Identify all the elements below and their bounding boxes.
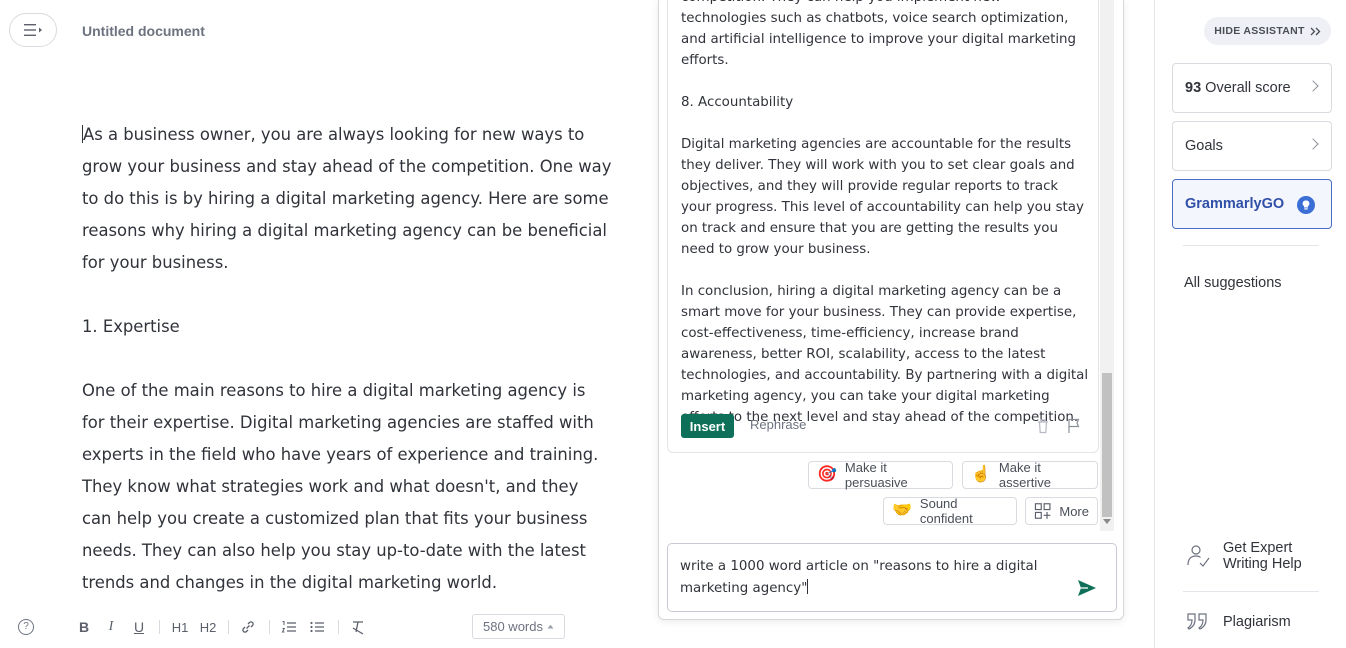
grammarly-go-panel: competition. They can help you implement… xyxy=(658,0,1124,620)
document-editor[interactable]: As a business owner, you are always look… xyxy=(82,119,612,631)
sidebar-divider xyxy=(1183,591,1319,592)
menu-icon xyxy=(24,24,42,36)
handshake-icon: 🤝 xyxy=(892,502,912,519)
target-icon: 🎯 xyxy=(817,466,837,483)
flag-icon[interactable] xyxy=(1066,417,1082,435)
word-count-label: 580 words xyxy=(483,619,543,634)
clear-formatting-button[interactable] xyxy=(349,617,367,637)
menu-button[interactable] xyxy=(9,13,57,47)
all-suggestions-link[interactable]: All suggestions xyxy=(1184,275,1282,291)
toolbar-divider xyxy=(228,620,229,634)
document-title[interactable]: Untitled document xyxy=(82,23,205,39)
make-it-persuasive-button[interactable]: 🎯 Make it persuasive xyxy=(808,460,953,490)
trash-icon[interactable] xyxy=(1035,417,1051,435)
formatting-toolbar: ? B I U H1 H2 580 words xyxy=(0,611,640,641)
answer-paragraph: 8. Accountability xyxy=(681,95,794,110)
quote-icon xyxy=(1187,613,1207,630)
sidebar-divider xyxy=(1183,245,1319,246)
make-it-assertive-button[interactable]: ☝️ Make it assertive xyxy=(962,460,1098,490)
heading-1-button[interactable]: H1 xyxy=(170,617,190,637)
hide-assistant-button[interactable]: HIDE ASSISTANT xyxy=(1204,17,1331,45)
scroll-down-arrow-icon[interactable] xyxy=(1103,519,1111,524)
italic-button[interactable]: I xyxy=(104,617,118,637)
chevron-right-icon xyxy=(1307,138,1319,150)
go-scrollbar[interactable] xyxy=(1100,0,1114,531)
grammarly-go-icon xyxy=(1297,196,1315,214)
grammarly-go-card[interactable]: GrammarlyGO xyxy=(1172,179,1332,229)
toolbar-divider xyxy=(338,620,339,634)
answer-paragraph: competition. They can help you implement… xyxy=(681,0,1077,68)
sound-confident-button[interactable]: 🤝 Sound confident xyxy=(883,496,1017,526)
pointing-finger-icon: ☝️ xyxy=(971,466,991,483)
scrollbar-thumb[interactable] xyxy=(1102,373,1112,517)
underline-button[interactable]: U xyxy=(132,617,146,637)
go-conversation[interactable]: competition. They can help you implement… xyxy=(667,0,1099,453)
answer-actions: Insert Rephrase xyxy=(681,414,1089,438)
heading-2-button[interactable]: H2 xyxy=(198,617,218,637)
prompt-text[interactable]: write a 1000 word article on "reasons to… xyxy=(680,556,1070,600)
go-answer-card: competition. They can help you implement… xyxy=(667,0,1099,453)
help-icon[interactable]: ? xyxy=(18,619,34,635)
chevron-right-icon xyxy=(1307,80,1319,92)
goals-card[interactable]: Goals xyxy=(1172,121,1332,171)
assistant-sidebar: HIDE ASSISTANT 93 Overall score Goals Gr… xyxy=(1154,0,1346,648)
toolbar-divider xyxy=(159,620,160,634)
expert-writing-help-link[interactable]: Get Expert Writing Help xyxy=(1185,540,1323,572)
answer-paragraph: Digital marketing agencies are accountab… xyxy=(681,137,1084,257)
overall-score-value: 93 xyxy=(1185,80,1202,96)
link-button[interactable] xyxy=(239,617,257,637)
more-button[interactable]: More xyxy=(1025,497,1098,525)
go-prompt-input[interactable]: write a 1000 word article on "reasons to… xyxy=(667,543,1117,612)
overall-score-label: Overall score xyxy=(1205,80,1291,96)
bold-button[interactable]: B xyxy=(77,617,91,637)
answer-paragraph: In conclusion, hiring a digital marketin… xyxy=(681,284,1089,425)
numbered-list-button[interactable] xyxy=(280,617,298,637)
double-chevron-right-icon xyxy=(1310,27,1321,35)
go-answer-text: competition. They can help you implement… xyxy=(681,0,1089,449)
editor-paragraph[interactable]: One of the main reasons to hire a digita… xyxy=(82,375,612,599)
plagiarism-link[interactable]: Plagiarism xyxy=(1185,612,1291,632)
bulleted-list-icon xyxy=(310,621,324,633)
expert-person-icon xyxy=(1187,545,1210,567)
numbered-list-icon xyxy=(281,621,296,633)
send-icon[interactable] xyxy=(1076,577,1098,599)
word-count-button[interactable]: 580 words xyxy=(472,614,565,639)
rephrase-button[interactable]: Rephrase xyxy=(750,417,806,432)
toolbar-divider xyxy=(269,620,270,634)
bulleted-list-button[interactable] xyxy=(308,617,326,637)
grid-plus-icon xyxy=(1034,503,1051,519)
link-icon xyxy=(242,621,254,633)
caret-up-icon xyxy=(547,624,554,629)
clear-formatting-icon xyxy=(352,621,364,635)
editor-paragraph[interactable]: 1. Expertise xyxy=(82,311,612,343)
insert-button[interactable]: Insert xyxy=(681,414,734,438)
text-caret xyxy=(807,579,809,594)
editor-paragraph[interactable]: As a business owner, you are always look… xyxy=(82,119,612,279)
overall-score-card[interactable]: 93 Overall score xyxy=(1172,63,1332,113)
